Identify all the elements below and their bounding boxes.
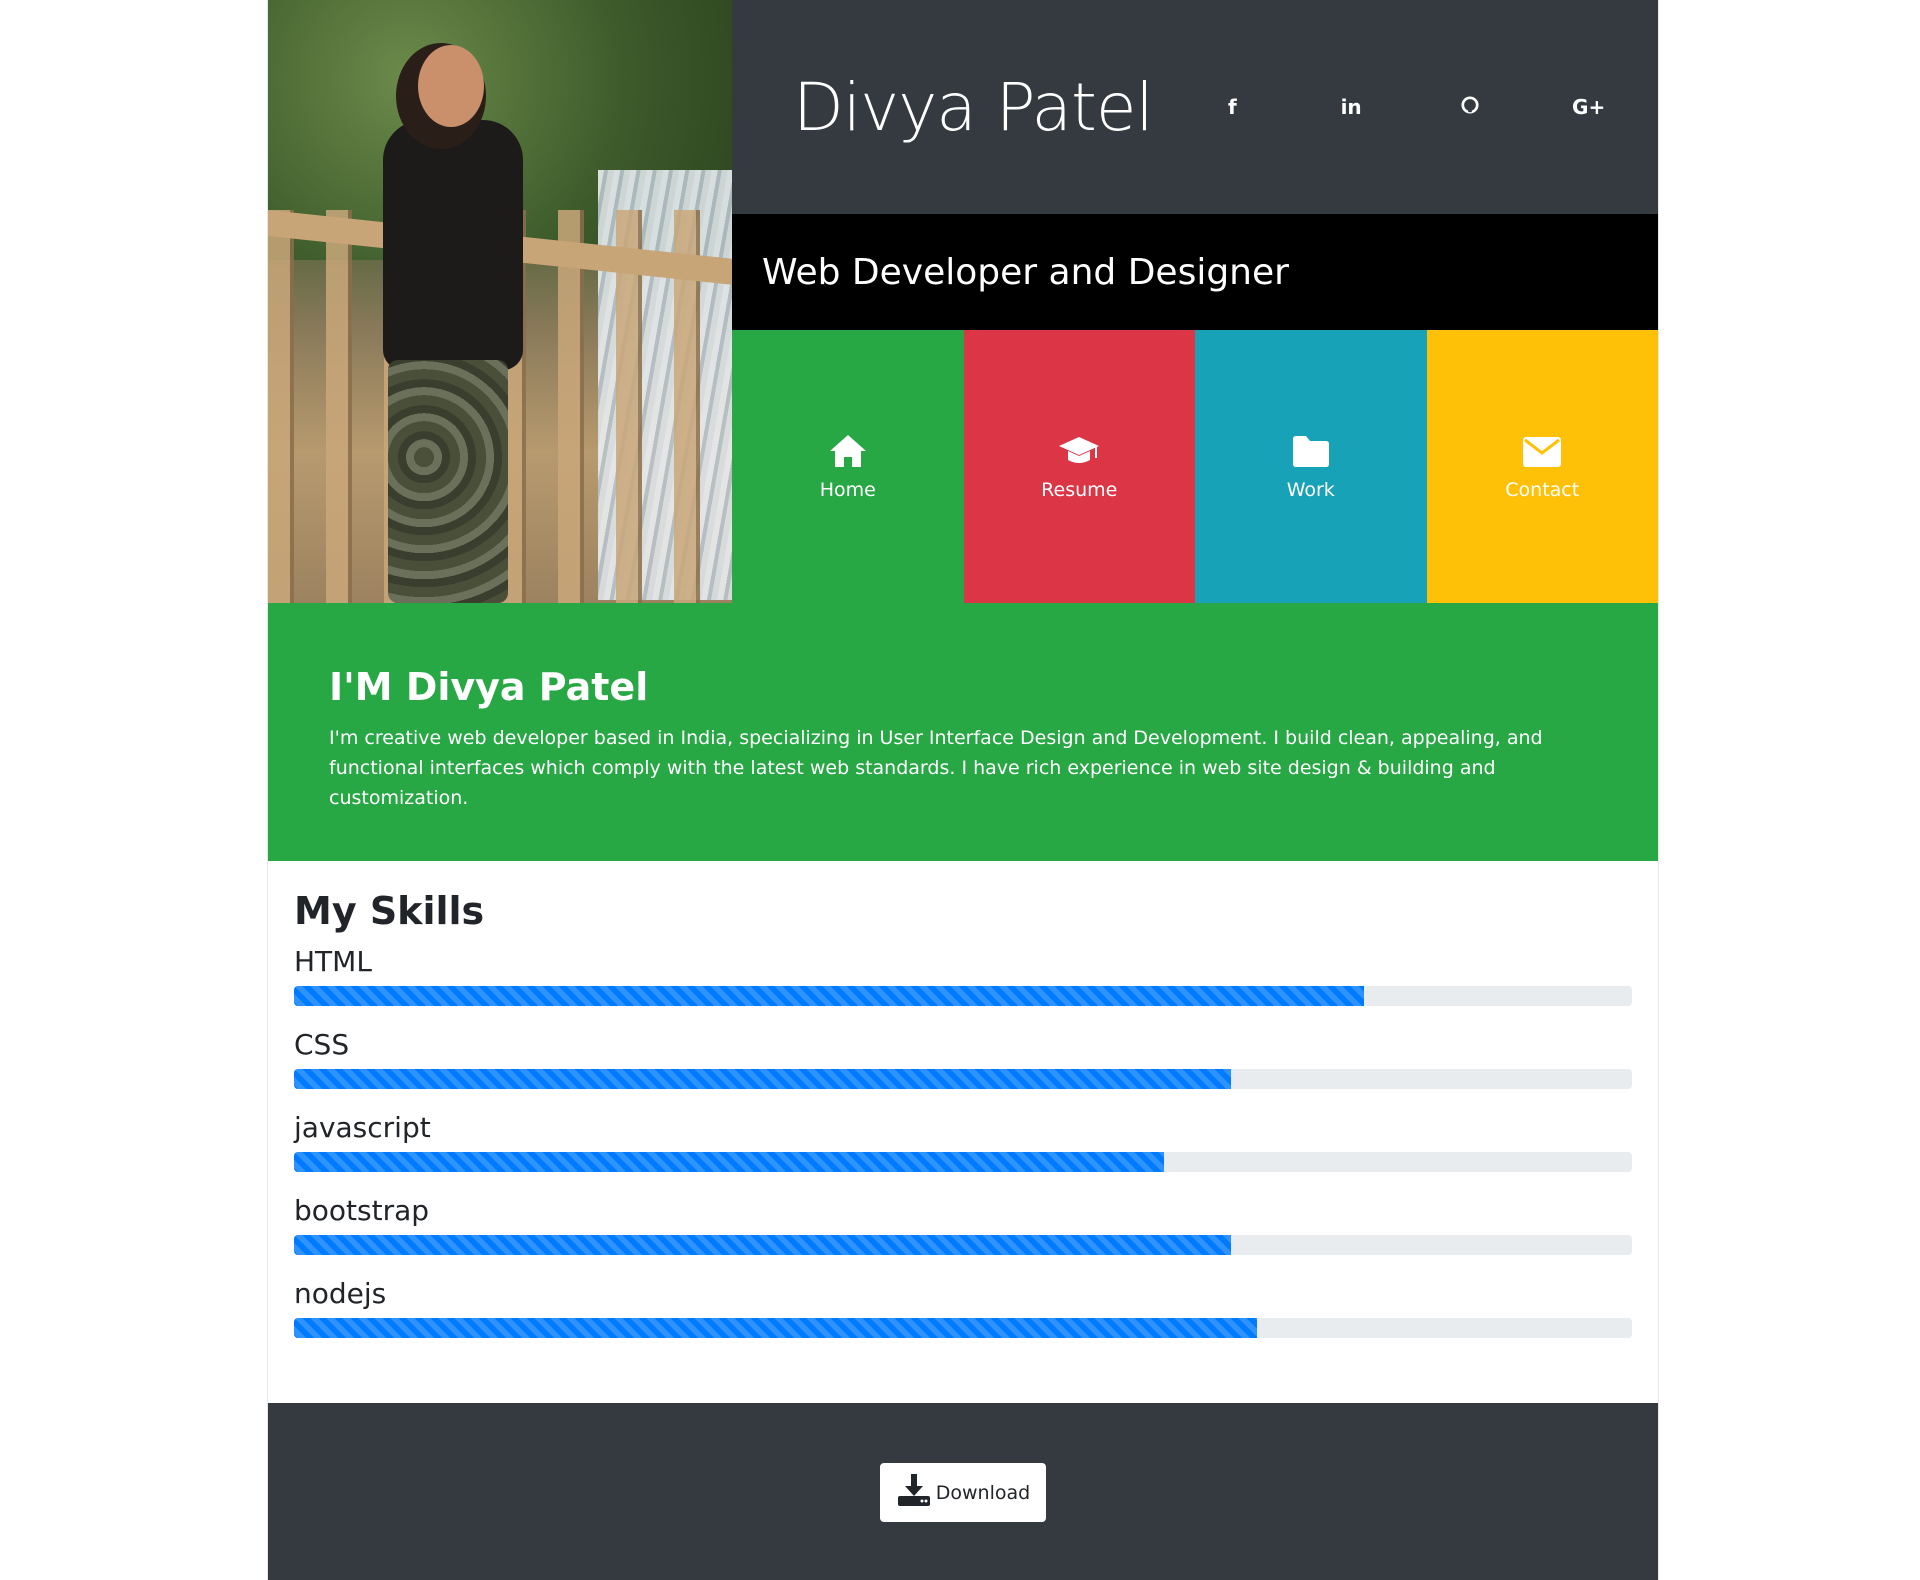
about-title: I'M Divya Patel [329, 665, 649, 709]
graduation-cap-icon [1059, 433, 1100, 473]
skill-name: HTML [294, 945, 372, 978]
skill-progress-fill [294, 1235, 1231, 1255]
skill-progress-bar [294, 1235, 1632, 1255]
skill-progress-fill [294, 1318, 1258, 1338]
about-text: I'm creative web developer based in Indi… [329, 727, 1543, 809]
skill-progress-fill [294, 1152, 1164, 1172]
skill-name: nodejs [294, 1277, 387, 1310]
download-label: Download [935, 1481, 1031, 1504]
page: Divya Patel f in G+ Web Developer and De… [267, 0, 1659, 1580]
profile-photo [268, 0, 732, 603]
tab-work[interactable]: Work [1195, 330, 1427, 603]
tab-home-label: Home [819, 478, 876, 501]
name-bar: Divya Patel f in G+ [732, 0, 1658, 214]
skill-progress-bar [294, 1152, 1632, 1172]
skill-progress-fill [294, 986, 1365, 1006]
nav-tiles: Home Resume Work Contact [732, 330, 1658, 603]
header-right: Divya Patel f in G+ Web Developer and De… [732, 0, 1658, 603]
tab-contact-label: Contact [1505, 478, 1580, 501]
skill-item: javascript [294, 1111, 1632, 1172]
about-section: I'M Divya Patel I'm creative web develop… [268, 603, 1658, 861]
facebook-icon[interactable]: f [1202, 95, 1262, 119]
github-icon[interactable] [1440, 95, 1500, 119]
envelope-icon [1522, 433, 1562, 473]
tab-home[interactable]: Home [732, 330, 964, 603]
skill-item: HTML [294, 945, 1632, 1006]
skill-progress-bar [294, 986, 1632, 1006]
site-title: Divya Patel [793, 68, 1154, 146]
skill-item: bootstrap [294, 1194, 1632, 1255]
skills-title: My Skills [294, 889, 485, 933]
tab-resume-label: Resume [1041, 478, 1118, 501]
subtitle-bar: Web Developer and Designer [732, 214, 1658, 330]
footer: Download [268, 1403, 1658, 1580]
linkedin-icon[interactable]: in [1321, 95, 1381, 119]
social-links: f in G+ [1173, 95, 1658, 119]
download-button[interactable]: Download [880, 1463, 1046, 1522]
skill-progress-bar [294, 1318, 1632, 1338]
google-plus-icon[interactable]: G+ [1559, 95, 1619, 119]
header: Divya Patel f in G+ Web Developer and De… [268, 0, 1658, 603]
tab-contact[interactable]: Contact [1426, 330, 1658, 603]
skill-progress-bar [294, 1069, 1632, 1089]
skill-name: CSS [294, 1028, 350, 1061]
tab-work-label: Work [1286, 478, 1335, 501]
tab-resume[interactable]: Resume [963, 330, 1195, 603]
download-icon [896, 1472, 936, 1513]
skill-item: nodejs [294, 1277, 1632, 1338]
subtitle: Web Developer and Designer [762, 251, 1289, 293]
skill-name: javascript [294, 1111, 431, 1144]
skill-name: bootstrap [294, 1194, 430, 1227]
skills-section: My Skills HTML CSS javascript bootstrap node… [268, 861, 1658, 1403]
skill-progress-fill [294, 1069, 1231, 1089]
skill-item: CSS [294, 1028, 1632, 1089]
folder-icon [1291, 433, 1331, 473]
home-icon [828, 433, 868, 473]
